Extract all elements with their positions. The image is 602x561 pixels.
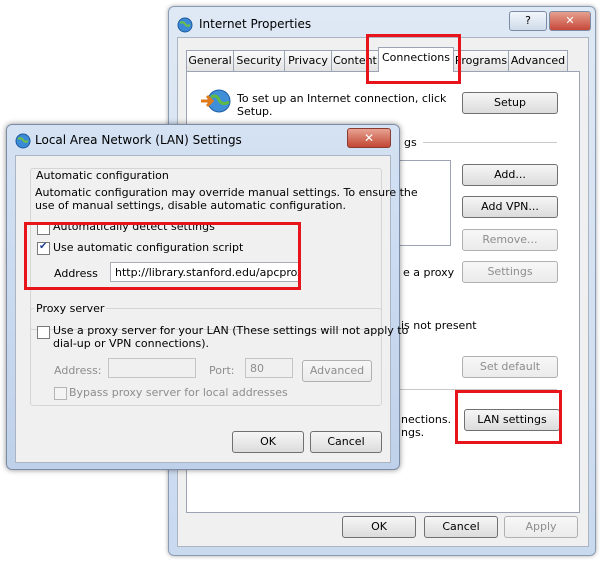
tab-general[interactable]: General bbox=[186, 50, 234, 71]
highlight-connections-tab bbox=[366, 34, 461, 84]
advanced-button[interactable]: Advanced bbox=[302, 360, 372, 382]
ok-button[interactable]: OK bbox=[342, 516, 416, 538]
auto-config-description: Automatic configuration may override man… bbox=[35, 186, 418, 199]
highlight-lan-settings bbox=[455, 390, 562, 444]
cancel-button[interactable]: Cancel bbox=[424, 516, 498, 538]
use-proxy-checkbox[interactable] bbox=[37, 326, 50, 339]
setup-description: To set up an Internet connection, click bbox=[237, 92, 447, 105]
tab-privacy[interactable]: Privacy bbox=[284, 50, 332, 71]
add-button[interactable]: Add... bbox=[462, 164, 558, 186]
lan-description-fragment: nections. bbox=[401, 413, 452, 426]
settings-button[interactable]: Settings bbox=[462, 261, 558, 283]
set-default-button[interactable]: Set default bbox=[462, 356, 558, 378]
setup-button[interactable]: Setup bbox=[462, 92, 558, 114]
auto-config-description-2: use of manual settings, disable automati… bbox=[35, 199, 347, 212]
proxy-address-label: Address: bbox=[54, 364, 102, 377]
cancel-button[interactable]: Cancel bbox=[310, 431, 382, 453]
close-button[interactable]: ✕ bbox=[549, 11, 591, 31]
tab-programs[interactable]: Programs bbox=[453, 50, 509, 71]
not-present-fragment: is not present bbox=[401, 319, 477, 332]
dialog-title: Local Area Network (LAN) Settings bbox=[35, 133, 242, 147]
add-vpn-button[interactable]: Add VPN... bbox=[462, 196, 558, 218]
use-proxy-label-2: dial-up or VPN connections). bbox=[53, 337, 210, 350]
ok-button[interactable]: OK bbox=[232, 431, 304, 453]
use-proxy-label: Use a proxy server for your LAN (These s… bbox=[53, 324, 409, 337]
network-globe-icon bbox=[15, 133, 31, 149]
proxy-server-heading: Proxy server bbox=[34, 302, 107, 315]
dialup-section-heading: gs bbox=[404, 136, 417, 149]
auto-config-heading: Automatic configuration bbox=[34, 169, 171, 182]
remove-button[interactable]: Remove... bbox=[462, 229, 558, 251]
proxy-address-input[interactable] bbox=[108, 358, 196, 378]
lan-dialog-body: Automatic configuration Automatic config… bbox=[15, 155, 418, 463]
setup-description-2: Setup. bbox=[237, 105, 273, 118]
bypass-checkbox[interactable] bbox=[54, 387, 67, 400]
proxy-port-input[interactable]: 80 bbox=[245, 358, 293, 378]
section-divider bbox=[423, 142, 557, 143]
highlight-config-script bbox=[24, 222, 301, 290]
network-setup-icon bbox=[201, 89, 231, 113]
tab-security[interactable]: Security bbox=[233, 50, 285, 71]
internet-globe-icon bbox=[177, 17, 193, 33]
tab-advanced[interactable]: Advanced bbox=[508, 50, 568, 71]
apply-button[interactable]: Apply bbox=[504, 516, 578, 538]
lan-description-fragment-2: ngs. bbox=[401, 426, 425, 439]
close-button[interactable]: ✕ bbox=[347, 128, 391, 148]
help-button[interactable]: ? bbox=[509, 11, 547, 31]
bypass-label: Bypass proxy server for local addresses bbox=[69, 386, 288, 399]
proxy-port-label: Port: bbox=[209, 364, 235, 377]
lan-settings-dialog: Local Area Network (LAN) Settings ✕ Auto… bbox=[6, 124, 418, 470]
proxy-note-fragment: e a proxy bbox=[403, 266, 455, 279]
window-title: Internet Properties bbox=[199, 17, 312, 31]
